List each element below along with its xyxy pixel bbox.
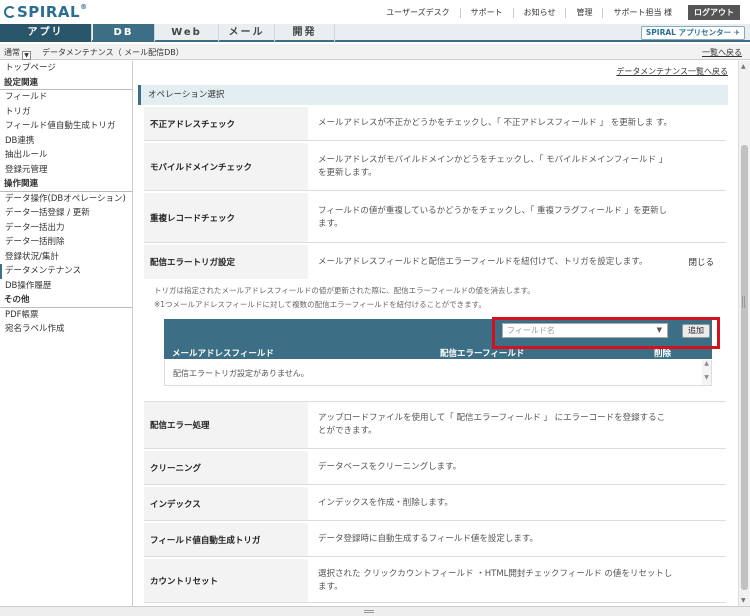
sidebar-item-triggers[interactable]: トリガ xyxy=(0,105,132,120)
sidebar-item-top[interactable]: トップページ xyxy=(0,61,132,76)
op-desc: フィールドの値が重複しているかどうかをチェックし、「 重複フラグフィールド 」を… xyxy=(318,205,668,229)
trigger-note: トリガは指定されたメールアドレスフィールドの値が更新された際に、配信エラーフィー… xyxy=(154,286,535,295)
op-row-auto-field[interactable]: フィールド値自動生成トリガ データ登録時に自動生成するフィールド値を設定します。 xyxy=(144,523,726,557)
tab-web[interactable]: Web xyxy=(155,24,219,42)
sidebar-item-db-history[interactable]: DB操作履歴 xyxy=(0,279,132,294)
sidebar-item-maintenance[interactable]: データメンテナンス xyxy=(0,264,132,279)
op-desc: データ登録時に自動生成するフィールド値を設定します。 xyxy=(318,534,538,544)
sidebar-heading-operations: 操作関連 xyxy=(0,177,132,192)
spiral-logo[interactable]: SPIRAL® xyxy=(4,3,88,21)
op-label[interactable]: インデックス xyxy=(144,487,308,520)
sidebar-item-bulk-delete[interactable]: データ一括削除 xyxy=(0,235,132,250)
op-row-invalid-address[interactable]: 不正アドレスチェック メールアドレスが不正かどうかをチェックし、「 不正アドレス… xyxy=(144,107,726,141)
main-nav: アプリ DB Web メール 開発 SPIRAL アプリセンター ✈ xyxy=(0,24,750,42)
tab-app[interactable]: アプリ xyxy=(0,24,92,42)
user-name: サポート担当 様 xyxy=(602,7,682,18)
trigger-table-empty: 配信エラートリガ設定がありません。 ▲ ▼ xyxy=(164,360,712,386)
col-header: メールアドレスフィールド xyxy=(172,349,274,359)
sidebar-heading-settings: 設定関連 xyxy=(0,76,132,90)
op-label[interactable]: クリーニング xyxy=(144,451,308,484)
op-row-cleaning[interactable]: クリーニング データベースをクリーニングします。 xyxy=(144,451,726,485)
link-admin[interactable]: 管理 xyxy=(565,7,602,18)
op-label[interactable]: 不正アドレスチェック xyxy=(144,107,308,140)
plane-icon: ✈ xyxy=(733,28,740,37)
op-desc: 選択された クリックカウントフィールド ・HTML開封チェックフィールド の値を… xyxy=(318,568,673,592)
op-desc: アップロードファイルを使用して「 配信エラーフィールド 」 にエラーコードを登録… xyxy=(318,413,666,436)
link-notices[interactable]: お知らせ xyxy=(512,7,566,18)
op-row-index[interactable]: インデックス インデックスを作成・削除します。 xyxy=(144,487,726,521)
sidebar-item-db-link[interactable]: DB連携 xyxy=(0,134,132,149)
scroll-thumb[interactable] xyxy=(741,145,748,590)
logout-button[interactable]: ログアウト xyxy=(688,5,740,20)
op-label[interactable]: 配信エラー処理 xyxy=(144,402,308,448)
mode-select[interactable]: 通常 ▼ xyxy=(4,47,31,60)
pane-resize-grip[interactable] xyxy=(742,296,745,308)
sidebar-item-fields[interactable]: フィールド xyxy=(0,90,132,105)
app-center-button[interactable]: SPIRAL アプリセンター ✈ xyxy=(640,26,745,40)
grip-icon xyxy=(364,610,374,613)
op-row-duplicate[interactable]: 重複レコードチェック フィールドの値が重複しているかどうかをチェックし、「 重複… xyxy=(144,193,726,243)
bottom-resize-bar[interactable] xyxy=(0,606,750,616)
tab-db[interactable]: DB xyxy=(93,24,155,42)
tab-mail[interactable]: メール xyxy=(219,24,275,42)
op-row-count-reset[interactable]: カウントリセット 選択された クリックカウントフィールド ・HTML開封チェック… xyxy=(144,559,726,603)
scroll-up-icon[interactable]: ▲ xyxy=(741,63,746,70)
back-to-list-link[interactable]: 一覧へ戻る xyxy=(702,47,742,58)
close-button[interactable]: 閉じる xyxy=(688,245,714,279)
global-header: SPIRAL® ユーザーズデスク サポート お知らせ 管理 サポート担当 様 ロ… xyxy=(0,0,750,24)
sidebar-item-bulk-register[interactable]: データ一括登録 / 更新 xyxy=(0,206,132,221)
trigger-note-sub: ※1つメールアドレスフィールドに対して複数の配信エラーフィールドを紐付けることが… xyxy=(154,300,486,309)
link-support[interactable]: サポート xyxy=(459,7,513,18)
scroll-down-icon[interactable]: ▼ xyxy=(741,597,746,604)
spiral-logo-icon xyxy=(4,6,16,18)
maintenance-list-link[interactable]: データメンテナンス一覧へ戻る xyxy=(616,66,728,77)
op-row-mobile-domain[interactable]: モバイルドメインチェック メールアドレスがモバイルドメインかどうをチェックし、「… xyxy=(144,143,726,191)
op-desc: メールアドレスフィールドと配信エラーフィールドを紐付けて、トリガを設定します。 xyxy=(318,256,648,267)
sidebar-item-labels[interactable]: 宛名ラベル作成 xyxy=(0,322,132,337)
top-links: ユーザーズデスク サポート お知らせ 管理 サポート担当 様 ログアウト xyxy=(376,5,740,20)
op-desc: データベースをクリーニングします。 xyxy=(318,462,462,472)
sidebar-heading-other: その他 xyxy=(0,293,132,308)
breadcrumb: データメンテナンス（ メール配信DB） xyxy=(42,48,184,57)
breadcrumb-bar: 通常 ▼ データメンテナンス（ メール配信DB） 一覧へ戻る xyxy=(0,44,750,60)
op-row-error-process[interactable]: 配信エラー処理 アップロードファイルを使用して「 配信エラーフィールド 」 にエ… xyxy=(144,401,726,449)
sidebar-item-db-operation[interactable]: データ操作(DBオペレーション) xyxy=(0,192,132,207)
main-content: データメンテナンス一覧へ戻る オペレーション選択 不正アドレスチェック メールア… xyxy=(134,61,738,606)
op-label[interactable]: モバイルドメインチェック xyxy=(144,143,308,190)
sidebar-item-stats[interactable]: 登録状況/集計 xyxy=(0,250,132,265)
op-desc: インデックスを作成・削除します。 xyxy=(318,498,453,508)
table-scrollbar[interactable]: ▲ ▼ xyxy=(702,360,711,385)
section-title: オペレーション選択 xyxy=(138,85,728,105)
op-label[interactable]: 配信エラートリガ設定 xyxy=(144,245,308,279)
sidebar: トップページ 設定関連 フィールド トリガ フィールド値自動生成トリガ DB連携… xyxy=(0,61,133,616)
highlight-box xyxy=(492,317,720,349)
chevron-down-icon: ▼ xyxy=(22,51,31,60)
sidebar-item-sources[interactable]: 登録元管理 xyxy=(0,163,132,178)
op-label[interactable]: カウントリセット xyxy=(144,559,308,602)
op-label[interactable]: フィールド値自動生成トリガ xyxy=(144,523,308,556)
app-window: SPIRAL® ユーザーズデスク サポート お知らせ 管理 サポート担当 様 ロ… xyxy=(0,0,750,616)
tab-dev[interactable]: 開発 xyxy=(275,24,335,42)
op-label[interactable]: 重複レコードチェック xyxy=(144,193,308,242)
op-desc: メールアドレスがモバイルドメインかどうをチェックし、「 モバイルドメインフィール… xyxy=(318,154,668,178)
op-desc: メールアドレスが不正かどうかをチェックし、「 不正アドレスフィールド 」 を更新… xyxy=(318,118,673,128)
sidebar-item-auto-field-trigger[interactable]: フィールド値自動生成トリガ xyxy=(0,119,132,134)
empty-message: 配信エラートリガ設定がありません。 xyxy=(173,369,309,378)
link-users-desk[interactable]: ユーザーズデスク xyxy=(376,8,459,18)
sidebar-item-pdf[interactable]: PDF帳票 xyxy=(0,308,132,323)
sidebar-item-bulk-export[interactable]: データ一括出力 xyxy=(0,221,132,236)
op-row-error-trigger[interactable]: 配信エラートリガ設定 メールアドレスフィールドと配信エラーフィールドを紐付けて、… xyxy=(144,245,726,279)
sidebar-item-extract-rules[interactable]: 抽出ルール xyxy=(0,148,132,163)
vertical-scrollbar[interactable]: ▲ ▼ xyxy=(738,61,750,606)
